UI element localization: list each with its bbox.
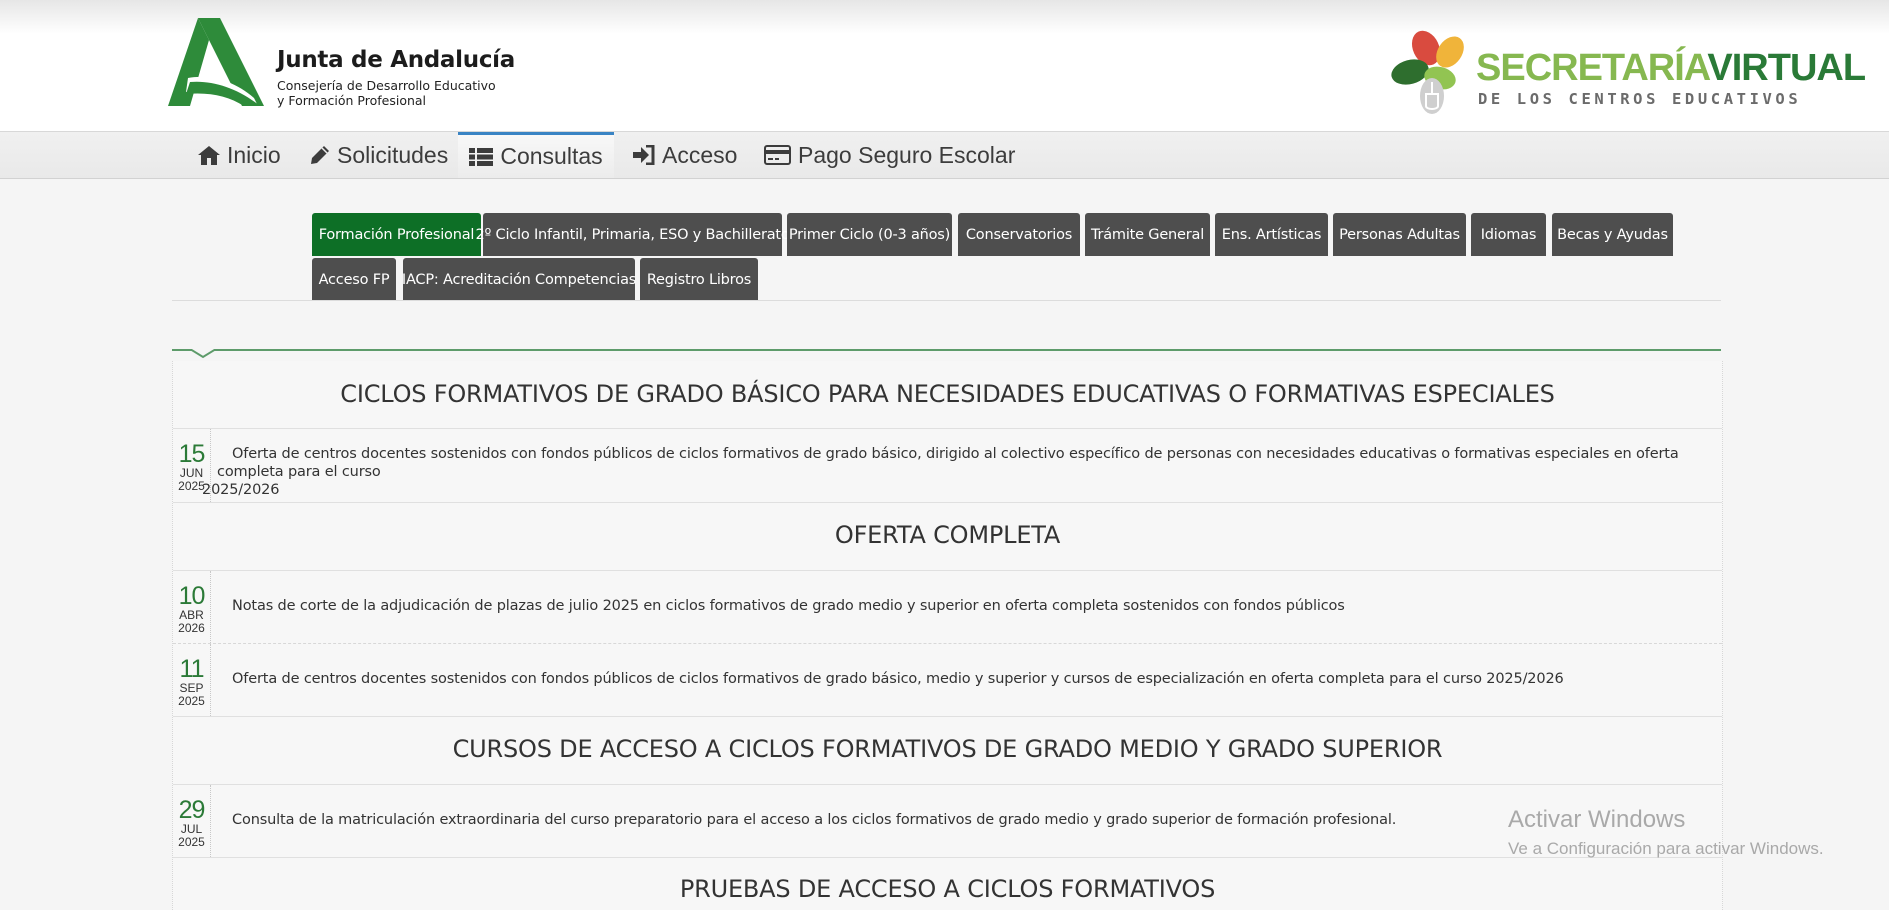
tab-acceso-fp[interactable]: Acceso FP bbox=[312, 258, 396, 301]
section-title-cursos-acceso: CURSOS DE ACCESO A CICLOS FORMATIVOS DE … bbox=[452, 735, 1443, 763]
date-year: 2026 bbox=[178, 621, 205, 635]
tab-iacp[interactable]: IACP: Acreditación Competencias bbox=[402, 258, 636, 301]
nav-consultas[interactable]: Consultas bbox=[458, 132, 614, 178]
org-title: Junta de Andalucía bbox=[277, 47, 515, 73]
tab-idiomas[interactable]: Idiomas bbox=[1471, 213, 1546, 256]
tab-tramite-general[interactable]: Trámite General bbox=[1085, 213, 1210, 256]
section-title-oferta-completa: OFERTA COMPLETA bbox=[834, 521, 1061, 549]
section-title-grado-basico-nee: CICLOS FORMATIVOS DE GRADO BÁSICO PARA N… bbox=[340, 380, 1555, 408]
brand-title: SECRETARÍAVIRTUAL bbox=[1476, 47, 1866, 89]
windows-activation-title: Activar Windows bbox=[1508, 806, 1686, 833]
org-subtitle-line1: Consejería de Desarrollo Educativo bbox=[277, 78, 496, 93]
nav-acceso[interactable]: Acceso bbox=[633, 132, 737, 178]
credit-card-icon bbox=[764, 145, 791, 165]
entry-link[interactable]: Notas de corte de la adjudicación de pla… bbox=[232, 597, 1345, 615]
pencil-icon bbox=[311, 146, 329, 164]
org-subtitle: Consejería de Desarrollo Educativo y For… bbox=[277, 78, 496, 108]
tab-becas-y-ayudas[interactable]: Becas y Ayudas bbox=[1552, 213, 1673, 256]
entry-text-line2: 2025/2026 bbox=[202, 482, 280, 498]
tab-registro-libros[interactable]: Registro Libros bbox=[640, 258, 758, 301]
nav-solicitudes[interactable]: Solicitudes bbox=[310, 132, 448, 178]
section-title-pruebas-acceso: PRUEBAS DE ACCESO A CICLOS FORMATIVOS bbox=[679, 875, 1216, 903]
entry-link[interactable]: Oferta de centros docentes sostenidos co… bbox=[202, 445, 1717, 499]
sign-in-icon bbox=[633, 145, 655, 165]
date-year: 2025 bbox=[178, 835, 205, 849]
list-icon bbox=[469, 147, 494, 166]
entry-link[interactable]: Consulta de la matriculación extraordina… bbox=[232, 811, 1396, 829]
date-badge: 29 JUL 2025 bbox=[173, 785, 211, 857]
date-day: 15 bbox=[178, 440, 206, 468]
tab-ens-artisticas[interactable]: Ens. Artísticas bbox=[1215, 213, 1328, 256]
nav-pago-seguro-escolar[interactable]: Pago Seguro Escolar bbox=[764, 132, 1015, 178]
list-item[interactable]: 29 JUL 2025 Consulta de la matriculación… bbox=[173, 785, 1722, 857]
tab-infantil-primaria-eso-bachillerato[interactable]: 2º Ciclo Infantil, Primaria, ESO y Bachi… bbox=[475, 213, 790, 256]
content-top-rule bbox=[172, 349, 1721, 351]
nav-inicio[interactable]: Inicio bbox=[198, 132, 281, 178]
brand-title-part2: VIRTUAL bbox=[1707, 47, 1866, 89]
tabs-divider bbox=[172, 300, 1721, 301]
date-day: 11 bbox=[179, 655, 205, 683]
brand-title-part1: SECRETARÍA bbox=[1476, 47, 1708, 89]
nav-inicio-label: Inicio bbox=[227, 141, 281, 168]
home-icon bbox=[198, 145, 220, 165]
list-item[interactable]: 10 ABR 2026 Notas de corte de la adjudic… bbox=[173, 571, 1722, 643]
list-item[interactable]: 15 JUN 2025 Oferta de centros docentes s… bbox=[173, 429, 1722, 502]
notch-marker bbox=[190, 349, 216, 359]
nav-acceso-label: Acceso bbox=[662, 141, 738, 168]
date-day: 10 bbox=[178, 582, 206, 610]
brand-subtitle: DE LOS CENTROS EDUCATIVOS bbox=[1478, 90, 1802, 108]
date-day: 29 bbox=[178, 796, 206, 824]
site-header: Junta de Andalucía Consejería de Desarro… bbox=[0, 0, 1889, 132]
org-subtitle-line2: y Formación Profesional bbox=[277, 93, 427, 108]
junta-andalucia-logo[interactable] bbox=[168, 18, 264, 106]
nav-solicitudes-label: Solicitudes bbox=[337, 141, 449, 168]
list-item[interactable]: 11 SEP 2025 Oferta de centros docentes s… bbox=[173, 644, 1722, 716]
windows-activation-subtitle: Ve a Configuración para activar Windows. bbox=[1508, 839, 1824, 858]
divider bbox=[173, 502, 1722, 503]
secretaria-virtual-logo[interactable] bbox=[1388, 26, 1476, 120]
divider bbox=[173, 857, 1722, 858]
date-year: 2025 bbox=[178, 694, 205, 708]
date-badge: 10 ABR 2026 bbox=[173, 571, 211, 643]
tab-personas-adultas[interactable]: Personas Adultas bbox=[1333, 213, 1466, 256]
nav-pago-label: Pago Seguro Escolar bbox=[798, 141, 1016, 168]
divider bbox=[173, 716, 1722, 717]
main-nav: Inicio Solicitudes Consultas Acceso Pago… bbox=[0, 132, 1889, 179]
date-badge: 11 SEP 2025 bbox=[173, 644, 211, 716]
entry-text-line1: Oferta de centros docentes sostenidos co… bbox=[217, 446, 1679, 480]
entry-link[interactable]: Oferta de centros docentes sostenidos co… bbox=[232, 670, 1564, 688]
tab-conservatorios[interactable]: Conservatorios bbox=[958, 213, 1080, 256]
tab-primer-ciclo[interactable]: Primer Ciclo (0-3 años) bbox=[787, 213, 952, 256]
consultas-list: CICLOS FORMATIVOS DE GRADO BÁSICO PARA N… bbox=[172, 361, 1723, 910]
tab-formacion-profesional[interactable]: Formación Profesional bbox=[312, 213, 481, 256]
nav-consultas-label: Consultas bbox=[500, 143, 603, 169]
